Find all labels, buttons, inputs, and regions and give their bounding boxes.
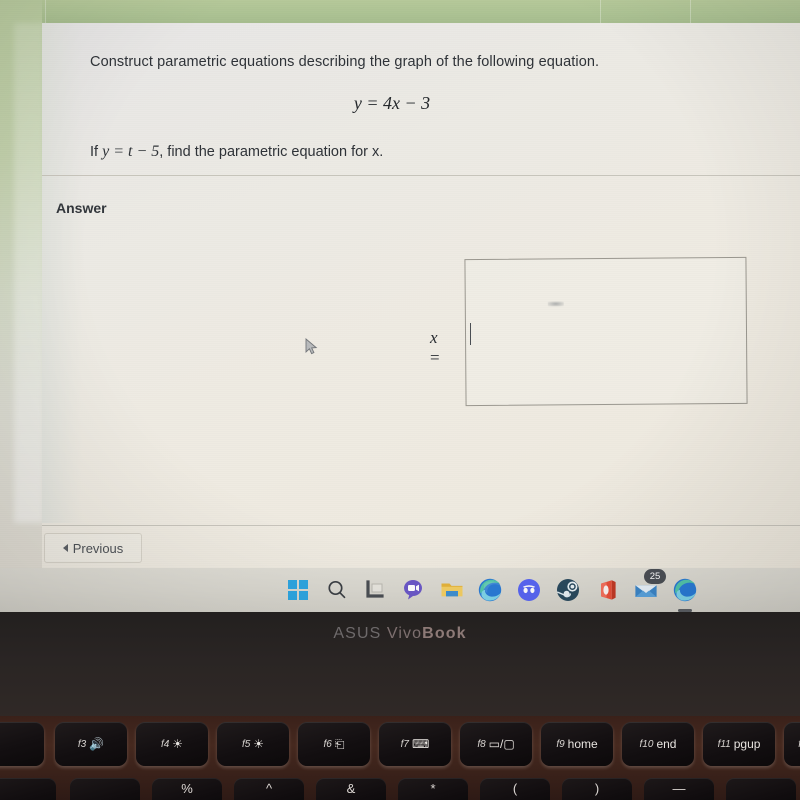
discord-icon [518,579,540,601]
mouse-cursor-icon [305,338,318,355]
taskbar-item-discord[interactable] [515,576,543,604]
function-key-row: f3 🔊 f4 ☀ f5 ☀ f6 ⎗ f7 ⌨ f8 ▭/▢ f9 home f10 end … [0,722,800,772]
key-label: f8 [477,738,486,750]
key-symbol: — [672,781,686,796]
brightness-up-icon: ☀ [253,737,265,751]
key-label: f6 [323,738,332,750]
key-caret[interactable]: ^ [234,778,304,800]
key-f6[interactable]: f6 ⎗ [298,722,370,766]
subprompt-suffix: , find the parametric equation for x. [159,144,384,160]
key-dash[interactable]: — [644,778,714,800]
brand-book: Book [422,625,467,642]
magnifier-icon [328,580,346,599]
key-f11[interactable]: f11 pgup [703,722,775,766]
edge-icon [673,578,697,602]
question-prompt: Construct parametric equations describin… [90,54,600,70]
key-f12[interactable]: f12pgdn [784,722,800,766]
key-label: f11 [717,738,731,750]
taskbar-item-mail[interactable]: 25 [632,569,666,604]
site-header-band [0,0,800,23]
taskbar-item-edge-running[interactable] [671,576,699,612]
key-f5[interactable]: f5 ☀ [217,722,289,766]
key-f3[interactable]: f3 🔊 [55,722,127,766]
key-f4[interactable]: f4 ☀ [136,722,208,766]
key-f9[interactable]: f9 home [541,722,613,766]
subprompt-math: y = t − 5 [102,143,160,160]
key-symbol: ( [512,781,518,796]
key-symbol: ) [594,781,600,796]
screen-speck [547,301,564,307]
number-key-row: % ^ & * ( ) — [0,778,800,800]
key-symbol: ^ [265,781,273,796]
question-equation: y = 4x − 3 [353,93,431,113]
question-block: Construct parametric equations describin… [42,23,800,175]
answer-input[interactable] [464,256,748,407]
steam-icon [556,579,579,601]
key-symbol: % [181,781,193,796]
mail-badge: 25 [644,569,666,584]
key-word: end [656,737,677,751]
taskbar-item-file-explorer[interactable] [438,576,466,604]
taskbar-item-task-view[interactable] [361,576,389,604]
screen-glare [14,23,44,523]
office-icon [601,580,616,600]
laptop-brand: ASUS VivoBook [0,625,800,643]
display-switch-icon: ▭/▢ [488,737,515,751]
answer-variable-label: x = [430,328,440,367]
key-label: f4 [160,738,170,750]
taskbar-item-chat[interactable] [399,576,427,604]
key-f2[interactable] [0,722,44,766]
brand-vivo: Vivo [386,625,423,642]
key-symbol: * [430,781,436,796]
taskbar-item-steam[interactable] [554,576,582,604]
laptop-screen: Construct parametric equations describin… [0,0,800,616]
key-word: pgup [733,737,761,751]
windows-logo-icon [288,580,308,600]
brightness-down-icon: ☀ [172,737,184,751]
taskbar-item-start[interactable] [284,576,312,604]
edge-icon [478,578,502,602]
taskbar-item-search[interactable] [323,576,351,604]
section-divider-bottom [42,525,800,526]
question-subprompt: If y = t − 5, find the parametric equati… [90,143,710,161]
key-f10[interactable]: f10 end [622,722,694,766]
previous-button-label: Previous [72,540,124,556]
keyboard-backlight-icon: ⌨ [412,737,430,751]
taskbar-item-edge[interactable] [476,576,504,604]
key-label: f5 [241,738,251,750]
key-f7[interactable]: f7 ⌨ [379,722,451,766]
key-plus[interactable] [726,778,796,800]
key-ampersand[interactable]: & [316,778,386,800]
key-label: f9 [556,738,565,750]
key-num-2[interactable] [70,778,140,800]
key-asterisk[interactable]: * [398,778,468,800]
folder-icon [441,583,463,597]
key-label: f10 [639,738,654,750]
key-label: f7 [400,738,409,750]
key-symbol: & [346,781,356,796]
key-num-1[interactable] [0,778,56,800]
touchpad-toggle-icon: ⎗ [334,736,345,751]
task-view-icon [366,580,384,598]
text-caret [470,323,471,345]
answer-section-label: Answer [56,200,107,216]
key-paren-close[interactable]: ) [562,778,632,800]
taskbar-icon-group: 25 [0,568,800,612]
key-paren-open[interactable]: ( [480,778,550,800]
volume-icon: 🔊 [89,737,105,751]
chat-video-icon [404,580,422,600]
section-divider-top [42,175,800,176]
screenshot-stage: Construct parametric equations describin… [0,0,800,800]
taskbar-item-office[interactable] [593,576,621,604]
key-label: f3 [77,738,87,750]
brand-asus: ASUS [333,625,387,642]
subprompt-prefix: If [90,144,103,160]
previous-button[interactable]: Previous [44,533,142,563]
key-percent[interactable]: % [152,778,222,800]
triangle-left-icon [62,544,68,552]
key-word: home [567,737,598,751]
key-f8[interactable]: f8 ▭/▢ [460,722,532,766]
windows-taskbar: 25 [0,568,800,612]
